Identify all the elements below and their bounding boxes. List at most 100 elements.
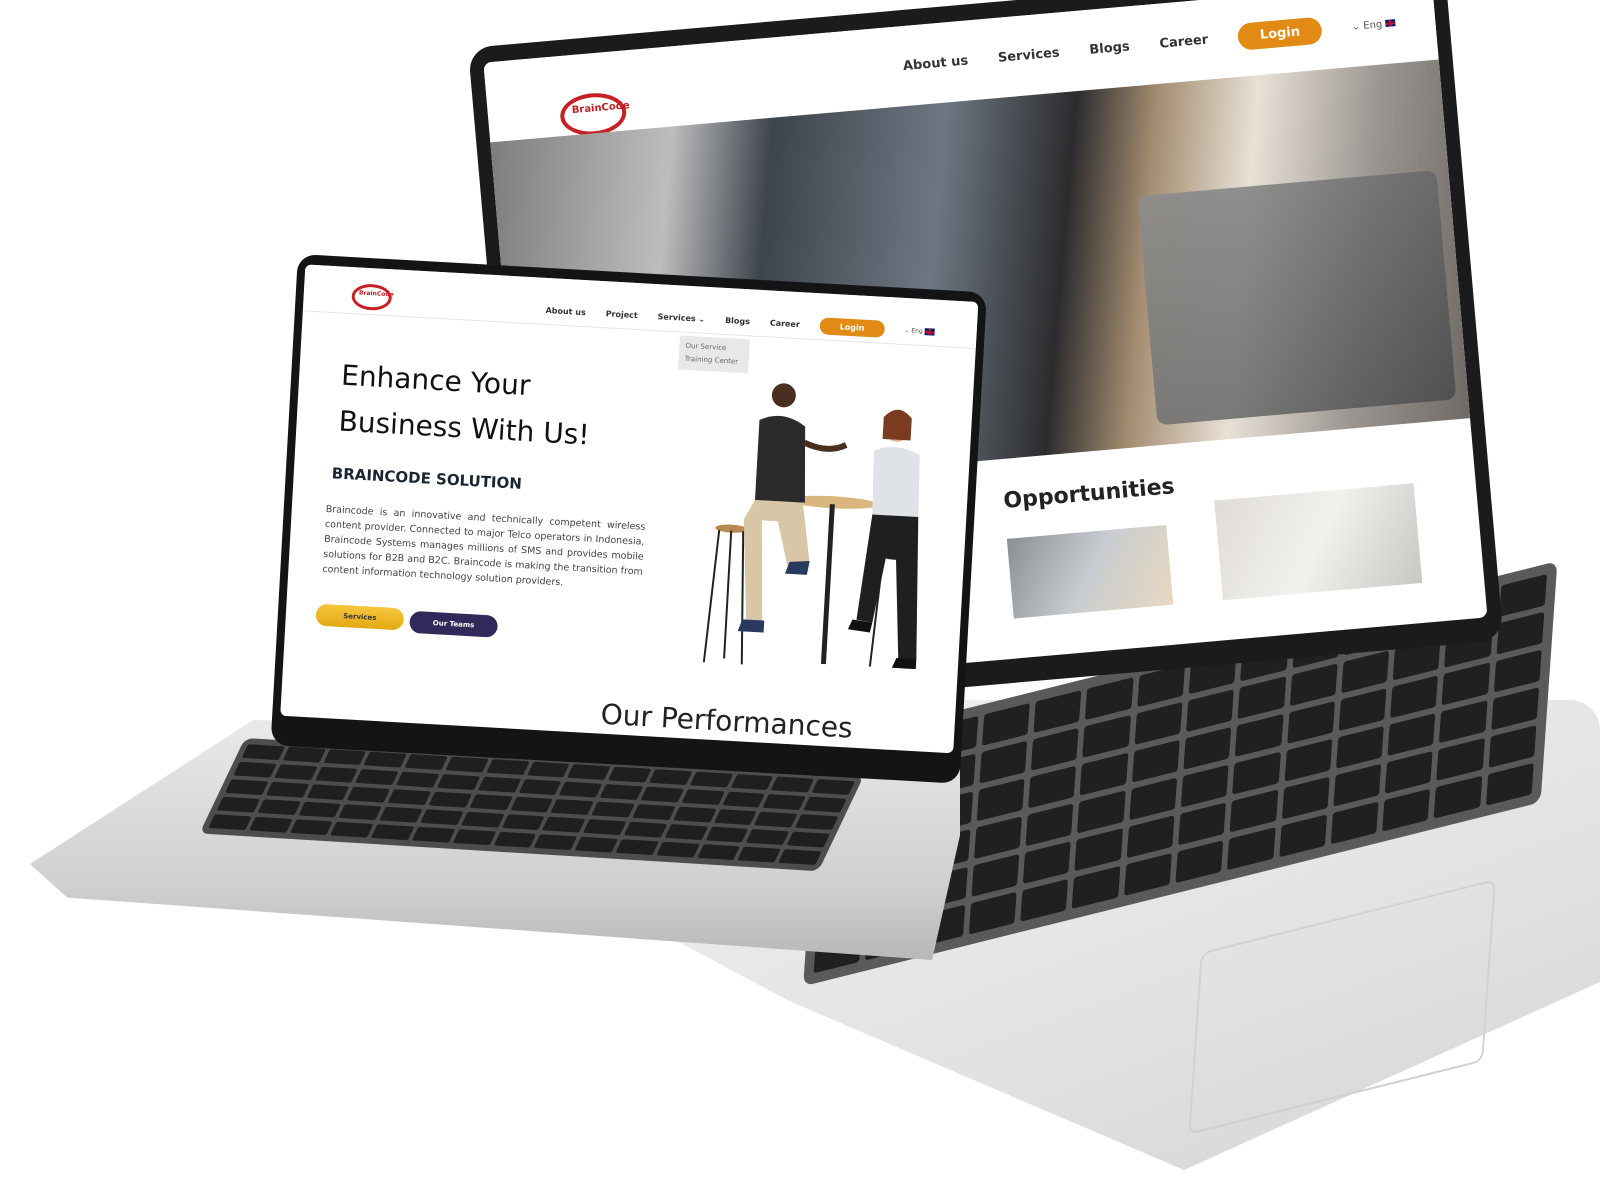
keyboard-key	[330, 821, 374, 838]
keyboard-key	[1077, 790, 1126, 834]
keyboard-key	[1229, 789, 1278, 833]
keyboard-key	[696, 844, 741, 861]
keyboard-key	[705, 826, 749, 843]
keyboard-key	[648, 769, 693, 785]
keyboard-key	[371, 824, 415, 841]
keyboard-key	[445, 756, 489, 773]
keyboard-key	[1384, 750, 1434, 794]
dropdown-item-training-center[interactable]: Training Center	[684, 353, 743, 369]
keyboard-key	[664, 824, 708, 841]
keyboard-key	[1441, 662, 1490, 706]
keyboard-key	[420, 809, 464, 826]
keyboard-key	[981, 702, 1030, 746]
uk-flag-icon	[1385, 19, 1396, 27]
back-logo-text: BrainCode	[571, 100, 631, 117]
keyboard-key	[526, 761, 570, 778]
keyboard-key	[486, 759, 530, 776]
keyboard-key	[265, 781, 309, 798]
keyboard-key	[1079, 752, 1129, 796]
keyboard-key	[722, 791, 766, 808]
front-nav-project[interactable]: Project	[605, 309, 637, 320]
keyboard-key	[976, 778, 1025, 822]
keyboard-key	[591, 801, 635, 818]
keyboard-key	[493, 831, 537, 848]
our-teams-button[interactable]: Our Teams	[409, 610, 499, 638]
back-language-select[interactable]: ⌄ Eng	[1351, 18, 1396, 32]
keyboard-key	[274, 764, 318, 781]
keyboard-key	[1082, 714, 1131, 758]
keyboard-key	[1341, 650, 1390, 694]
keyboard-key	[1278, 814, 1327, 858]
keyboard-key	[1232, 751, 1281, 795]
front-nav-services[interactable]: Services ⌄	[657, 312, 705, 324]
keyboard-key	[387, 789, 432, 806]
keyboard-key	[396, 771, 440, 788]
services-dropdown-menu: Our Service Training Center	[678, 335, 750, 374]
keyboard-key	[289, 819, 333, 836]
keyboard-key	[208, 814, 252, 831]
keyboard-key	[501, 814, 545, 831]
back-nav-career[interactable]: Career	[1159, 32, 1209, 51]
keyboard-key	[1433, 775, 1483, 819]
back-nav-services[interactable]: Services	[997, 45, 1060, 65]
keyboard-key	[1382, 788, 1431, 832]
keyboard-key	[1439, 700, 1488, 744]
keyboard-key	[689, 771, 733, 788]
back-opportunity-card[interactable]	[1214, 483, 1423, 601]
keyboard-key	[615, 839, 659, 856]
hero-subtitle: BRAINCODE SOLUTION	[331, 464, 523, 493]
front-logo[interactable]: BrainCode	[351, 283, 394, 312]
keyboard-key	[786, 831, 830, 848]
keyboard-key	[1030, 727, 1080, 771]
keyboard-key	[469, 794, 513, 811]
hero-heading: Enhance Your Business With Us!	[337, 353, 642, 462]
keyboard-key	[1186, 689, 1235, 733]
keyboard-key	[640, 786, 684, 803]
uk-flag-icon	[924, 328, 935, 336]
keyboard-key	[1033, 690, 1082, 733]
keyboard-key	[971, 853, 1020, 897]
front-nav-career[interactable]: Career	[770, 318, 800, 329]
keyboard-key	[1338, 688, 1387, 732]
keyboard-key	[1387, 713, 1436, 757]
front-laptop-lid: BrainCode About us Project Services ⌄ Bl…	[270, 254, 987, 784]
keyboard-key	[681, 789, 725, 806]
keyboard-key	[803, 796, 847, 813]
keyboard-key	[1436, 737, 1485, 781]
keyboard-key	[233, 761, 277, 778]
front-nav-blogs[interactable]: Blogs	[725, 316, 750, 326]
keyboard-key	[730, 774, 774, 790]
keyboard-key	[973, 816, 1023, 860]
keyboard-key	[1498, 574, 1547, 617]
keyboard-key	[518, 779, 562, 796]
keyboard-key	[1493, 649, 1542, 693]
keyboard-key	[713, 809, 757, 826]
keyboard-key	[1284, 738, 1333, 782]
services-button[interactable]: Services	[315, 603, 405, 631]
back-opportunity-card[interactable]	[1006, 524, 1174, 619]
keyboard-key	[623, 821, 668, 838]
keyboard-key	[241, 744, 285, 761]
keyboard-key	[1330, 801, 1379, 845]
keyboard-key	[746, 829, 790, 846]
keyboard-key	[737, 846, 781, 863]
keyboard-key	[1335, 726, 1384, 769]
keyboard-key	[1131, 739, 1180, 783]
keyboard-key	[599, 784, 644, 801]
keyboard-key	[257, 799, 301, 816]
keyboard-key	[1183, 726, 1232, 770]
keyboard-key	[248, 816, 293, 833]
back-nav-blogs[interactable]: Blogs	[1089, 39, 1130, 57]
keyboard-key	[1175, 840, 1224, 884]
front-nav-about[interactable]: About us	[545, 306, 586, 317]
front-language-select[interactable]: ⌄ Eng	[904, 327, 935, 336]
back-nav-about[interactable]: About us	[902, 53, 968, 74]
keyboard-key	[968, 891, 1017, 935]
front-login-button[interactable]: Login	[819, 317, 885, 338]
keyboard-key	[632, 804, 676, 821]
keyboard-key	[477, 776, 521, 793]
keyboard-key	[216, 796, 260, 813]
keyboard-key	[1333, 763, 1382, 807]
back-login-button[interactable]: Login	[1236, 16, 1324, 51]
keyboard-key	[1020, 878, 1069, 922]
